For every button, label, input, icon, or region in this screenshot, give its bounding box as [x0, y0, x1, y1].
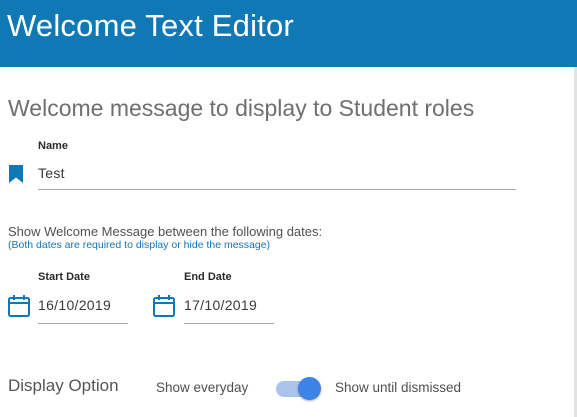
dates-note: (Both dates are required to display or h…: [8, 239, 271, 251]
calendar-icon[interactable]: [153, 294, 175, 317]
end-date-input[interactable]: 17/10/2019: [184, 297, 257, 313]
calendar-icon[interactable]: [8, 294, 30, 317]
name-input-underline: [38, 189, 516, 190]
start-date-underline: [38, 323, 128, 324]
display-option-label: Display Option: [8, 376, 119, 395]
start-date-input[interactable]: 16/10/2019: [38, 297, 111, 313]
end-date-underline: [184, 323, 274, 324]
app-header: Welcome Text Editor: [0, 0, 577, 67]
toggle-thumb[interactable]: [298, 377, 321, 400]
section-title: Welcome message to display to Student ro…: [8, 95, 475, 121]
bookmark-icon: [9, 165, 23, 183]
name-label: Name: [38, 140, 68, 152]
dates-prompt: Show Welcome Message between the followi…: [8, 224, 323, 239]
show-everyday-option[interactable]: Show everyday: [156, 380, 248, 395]
page-title: Welcome Text Editor: [7, 8, 294, 43]
name-input[interactable]: Test: [38, 165, 65, 181]
end-date-label: End Date: [184, 271, 232, 283]
show-until-dismissed-option[interactable]: Show until dismissed: [335, 380, 461, 395]
start-date-label: Start Date: [38, 271, 90, 283]
